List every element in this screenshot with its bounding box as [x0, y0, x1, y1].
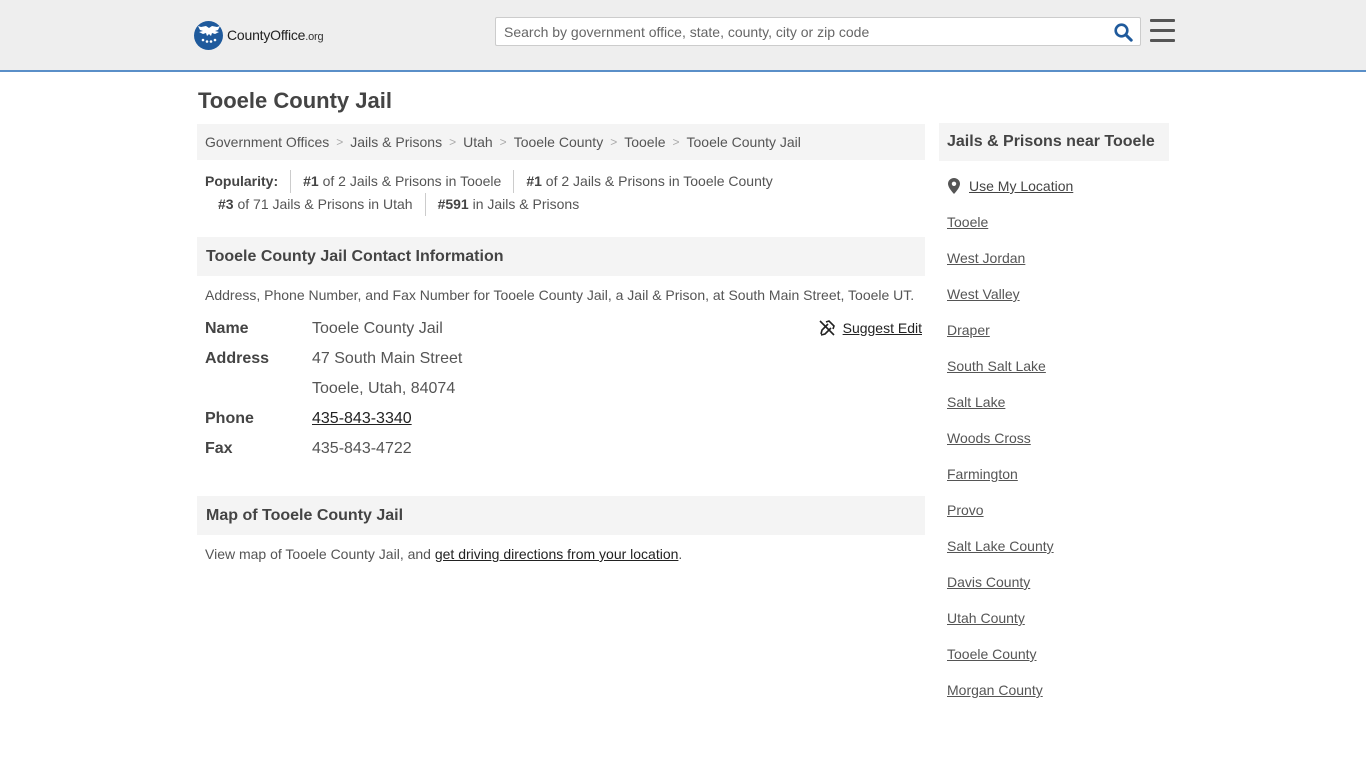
chevron-right-icon: >	[610, 135, 618, 149]
phone-link[interactable]: 435-843-3340	[312, 410, 412, 427]
popularity-label: Popularity:	[205, 173, 279, 189]
chevron-right-icon: >	[336, 135, 344, 149]
list-item: Davis County	[947, 574, 1054, 610]
map-heading: Map of Tooele County Jail	[197, 496, 925, 535]
breadcrumb: Government Offices > Jails & Prisons > U…	[197, 124, 925, 160]
suggest-edit-link[interactable]: Suggest Edit	[819, 320, 922, 336]
contact-heading: Tooele County Jail Contact Information	[197, 237, 925, 276]
list-item: Salt Lake County	[947, 538, 1054, 574]
popularity-item: #1 of 2 Jails & Prisons in Tooele	[290, 170, 513, 193]
search-input[interactable]	[496, 18, 1106, 45]
fax-label: Fax	[205, 440, 233, 457]
chevron-right-icon: >	[449, 135, 457, 149]
contact-details: Suggest Edit Name Tooele County Jail Add…	[205, 314, 925, 464]
address-line1: 47 South Main Street	[312, 350, 463, 367]
list-item: West Jordan	[947, 250, 1054, 286]
page-title: Tooele County Jail	[198, 88, 392, 113]
address-row: Address 47 South Main Street	[205, 344, 925, 374]
nearby-link[interactable]: Utah County	[947, 610, 1025, 626]
breadcrumb-item[interactable]: Tooele	[624, 134, 665, 150]
nearby-link[interactable]: Salt Lake	[947, 394, 1005, 410]
popularity-item: #1 of 2 Jails & Prisons in Tooele County	[513, 170, 784, 193]
address-line2: Tooele, Utah, 84074	[312, 380, 456, 397]
broken-pencil-icon	[819, 320, 835, 336]
name-label: Name	[205, 320, 249, 337]
popularity-block: Popularity: #1 of 2 Jails & Prisons in T…	[205, 170, 925, 216]
nearby-link[interactable]: Woods Cross	[947, 430, 1031, 446]
list-item: Draper	[947, 322, 1054, 358]
nearby-link[interactable]: West Valley	[947, 286, 1020, 302]
chevron-right-icon: >	[499, 135, 507, 149]
list-item: Woods Cross	[947, 430, 1054, 466]
fax-row: Fax 435-843-4722	[205, 434, 925, 464]
breadcrumb-item[interactable]: Utah	[463, 134, 493, 150]
breadcrumb-item[interactable]: Tooele County	[514, 134, 604, 150]
search-icon[interactable]	[1112, 22, 1134, 42]
nearby-link[interactable]: Tooele County	[947, 646, 1037, 662]
name-row: Name Tooele County Jail	[205, 314, 925, 344]
list-item: West Valley	[947, 286, 1054, 322]
list-item: Farmington	[947, 466, 1054, 502]
nearby-link[interactable]: West Jordan	[947, 250, 1025, 266]
breadcrumb-item[interactable]: Jails & Prisons	[350, 134, 442, 150]
search-box	[495, 17, 1141, 46]
list-item: South Salt Lake	[947, 358, 1054, 394]
map-description: View map of Tooele County Jail, and get …	[205, 546, 683, 562]
list-item: Utah County	[947, 610, 1054, 646]
list-item: Provo	[947, 502, 1054, 538]
nearby-link[interactable]: Draper	[947, 322, 990, 338]
list-item: Tooele County	[947, 646, 1054, 682]
address-label: Address	[205, 350, 270, 367]
logo-wordmark: CountyOffice.org	[227, 27, 324, 43]
name-value: Tooele County Jail	[312, 320, 443, 337]
list-item: Tooele	[947, 214, 1054, 250]
sidebar-heading: Jails & Prisons near Tooele	[939, 123, 1169, 161]
list-item: Salt Lake	[947, 394, 1054, 430]
address-row-2: Tooele, Utah, 84074	[205, 374, 925, 404]
eagle-logo-icon	[194, 20, 223, 50]
map-pin-icon	[948, 178, 960, 194]
phone-row: Phone 435-843-3340	[205, 404, 925, 434]
popularity-item: #591 in Jails & Prisons	[424, 193, 592, 216]
nearby-link[interactable]: Davis County	[947, 574, 1030, 590]
list-item: Morgan County	[947, 682, 1054, 718]
nearby-link[interactable]: Provo	[947, 502, 984, 518]
popularity-item: #3 of 71 Jails & Prisons in Utah	[218, 196, 413, 212]
hamburger-menu-icon[interactable]	[1150, 19, 1175, 42]
contact-description: Address, Phone Number, and Fax Number fo…	[205, 287, 915, 303]
breadcrumb-item[interactable]: Government Offices	[205, 134, 329, 150]
fax-value: 435-843-4722	[312, 440, 412, 457]
nearby-list: Tooele West Jordan West Valley Draper So…	[947, 214, 1054, 718]
nearby-link[interactable]: Morgan County	[947, 682, 1043, 698]
use-location: Use My Location	[948, 178, 1073, 194]
driving-directions-link[interactable]: get driving directions from your locatio…	[435, 546, 679, 562]
nearby-link[interactable]: South Salt Lake	[947, 358, 1046, 374]
site-header: CountyOffice.org	[0, 0, 1366, 72]
nearby-link[interactable]: Farmington	[947, 466, 1018, 482]
breadcrumb-current[interactable]: Tooele County Jail	[687, 134, 801, 150]
nearby-link[interactable]: Tooele	[947, 214, 988, 230]
site-logo[interactable]: CountyOffice.org	[194, 20, 324, 50]
chevron-right-icon: >	[672, 135, 680, 149]
use-my-location-link[interactable]: Use My Location	[969, 178, 1073, 194]
phone-label: Phone	[205, 410, 254, 427]
nearby-link[interactable]: Salt Lake County	[947, 538, 1054, 554]
